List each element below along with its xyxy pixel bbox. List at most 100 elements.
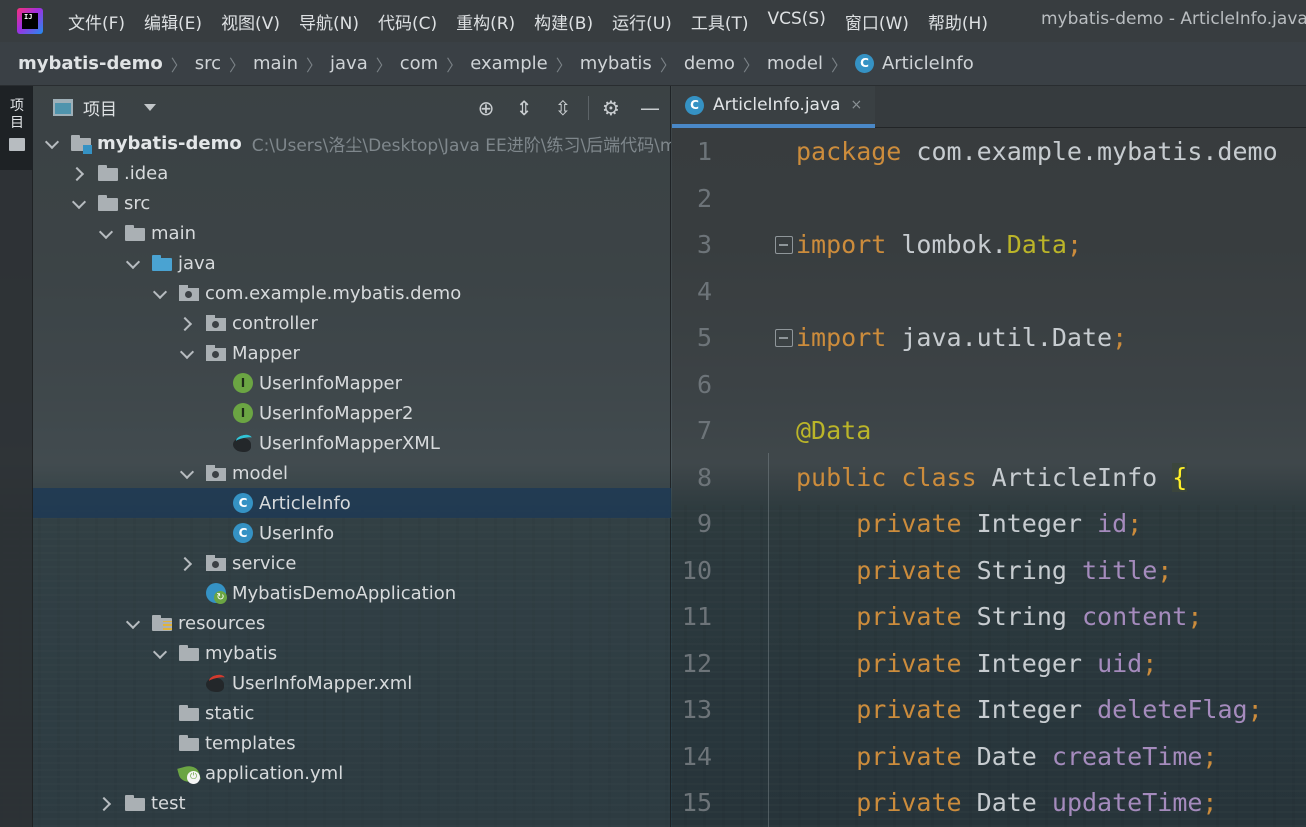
project-tool-window-tab[interactable]: 项目 <box>0 86 33 170</box>
tree-item[interactable]: UserInfoMapper.xml <box>33 668 671 698</box>
menu-item[interactable]: 代码(C) <box>378 9 437 34</box>
chevron-down-icon[interactable] <box>144 103 156 111</box>
code-area[interactable]: 1 package com.example.mybatis.demo 2 3 impor… <box>672 128 1306 827</box>
chevron-down-icon[interactable] <box>126 256 140 270</box>
menu-item[interactable]: 视图(V) <box>221 9 280 34</box>
tree-item[interactable]: test <box>33 788 671 818</box>
source-folder-icon <box>151 252 173 274</box>
expand-all-icon[interactable]: ⇕ <box>512 96 536 120</box>
chevron-down-icon[interactable] <box>126 616 140 630</box>
breadcrumb-item[interactable]: model <box>767 53 823 74</box>
breadcrumb-item[interactable]: mybatis-demo <box>18 53 163 74</box>
code-text: private Integer deleteFlag; <box>796 687 1263 733</box>
breadcrumb-item[interactable]: java <box>330 53 368 74</box>
package-icon <box>178 282 200 304</box>
chevron-right-icon[interactable] <box>180 316 194 330</box>
tree-item[interactable]: java <box>33 248 671 278</box>
chevron-down-icon[interactable] <box>99 226 113 240</box>
tree-item[interactable]: mybatis-demo C:\Users\洛尘\Desktop\Java EE进… <box>33 128 671 158</box>
tree-item[interactable]: main <box>33 218 671 248</box>
spring-yml-icon <box>178 762 200 784</box>
code-text: package com.example.mybatis.demo <box>796 129 1278 175</box>
code-token: ; <box>1157 555 1173 585</box>
code-token: deleteFlag <box>1097 695 1248 724</box>
breadcrumb-item[interactable]: example <box>470 53 547 74</box>
menu-item[interactable]: 文件(F) <box>68 9 125 34</box>
menu-item[interactable]: 构建(B) <box>534 9 593 34</box>
menu-item[interactable]: 窗口(W) <box>845 9 909 34</box>
tree-item-label: UserInfoMapperXML <box>259 432 440 454</box>
code-token: content <box>1082 602 1188 631</box>
tree-item[interactable]: MybatisDemoApplication <box>33 578 671 608</box>
menu-item[interactable]: 工具(T) <box>691 9 749 34</box>
chevron-right-icon: 〉 <box>555 55 572 75</box>
tree-item[interactable]: com.example.mybatis.demo <box>33 278 671 308</box>
resources-folder-icon <box>151 612 173 634</box>
breadcrumb-item[interactable]: demo <box>684 53 735 74</box>
chevron-right-icon[interactable] <box>72 166 86 180</box>
tree-item[interactable]: service <box>33 548 671 578</box>
tree-item[interactable]: C ArticleInfo <box>33 488 671 518</box>
chevron-right-icon[interactable] <box>180 556 194 570</box>
chevron-down-icon[interactable] <box>153 646 167 660</box>
locate-file-icon[interactable]: ⊕ <box>474 96 498 120</box>
breadcrumb-item[interactable]: main <box>253 53 298 74</box>
chevron-down-icon[interactable] <box>45 136 59 150</box>
intellij-logo-icon[interactable]: IJ <box>17 8 43 34</box>
collapse-all-icon[interactable]: ⇳ <box>551 96 575 120</box>
tree-item-label: UserInfoMapper.xml <box>232 672 413 694</box>
folder-icon <box>178 732 200 754</box>
menu-item[interactable]: 编辑(E) <box>144 9 202 34</box>
breadcrumb: mybatis-demo 〉 src 〉 main 〉 java 〉 com 〉 example 〉 m… <box>0 42 1306 86</box>
tree-item[interactable]: static <box>33 698 671 728</box>
hide-panel-icon[interactable]: — <box>638 96 662 120</box>
menu-item[interactable]: 导航(N) <box>299 9 359 34</box>
chevron-down-icon[interactable] <box>72 196 86 210</box>
tree-item[interactable]: I UserInfoMapper2 <box>33 398 671 428</box>
tree-item-label: src <box>124 192 151 214</box>
menu-item[interactable]: 重构(R) <box>456 9 515 34</box>
code-text: private String title; <box>796 548 1172 594</box>
fold-toggle-icon[interactable] <box>775 329 793 347</box>
tree-item[interactable]: I UserInfoMapper <box>33 368 671 398</box>
breadcrumb-item[interactable]: ArticleInfo <box>882 53 974 74</box>
code-token: private <box>856 695 977 724</box>
gear-icon[interactable]: ⚙ <box>599 96 623 120</box>
chevron-down-icon[interactable] <box>153 286 167 300</box>
chevron-down-icon[interactable] <box>180 466 194 480</box>
code-token: ; <box>1247 695 1263 724</box>
tree-item-label: mybatis-demo <box>97 132 242 154</box>
tree-item-label: application.yml <box>205 762 344 784</box>
breadcrumb-item[interactable]: mybatis <box>580 53 652 74</box>
tab-articleinfo-java[interactable]: C ArticleInfo.java × <box>672 86 875 128</box>
tree-item[interactable]: model <box>33 458 671 488</box>
project-panel-title[interactable]: 项目 <box>83 95 117 120</box>
chevron-down-icon[interactable] <box>180 346 194 360</box>
code-token: com.example.mybatis.demo <box>901 137 1278 166</box>
tree-item[interactable]: application.yml <box>33 758 671 788</box>
menu-item[interactable]: VCS(S) <box>767 9 825 34</box>
tree-item[interactable]: src <box>33 188 671 218</box>
breadcrumb-item[interactable]: com <box>400 53 438 74</box>
fold-toggle-icon[interactable] <box>775 236 793 254</box>
tree-item[interactable]: templates <box>33 728 671 758</box>
menu-item[interactable]: 帮助(H) <box>928 9 988 34</box>
breadcrumb-item[interactable]: src <box>195 53 221 74</box>
tree-item[interactable]: resources <box>33 608 671 638</box>
chevron-right-icon[interactable] <box>99 796 113 810</box>
tree-item-label: ArticleInfo <box>259 492 351 514</box>
tree-item[interactable]: mybatis <box>33 638 671 668</box>
chevron-right-icon: 〉 <box>306 55 323 75</box>
tree-item[interactable]: Mapper <box>33 338 671 368</box>
tree-item[interactable]: UserInfoMapperXML <box>33 428 671 458</box>
close-icon[interactable]: × <box>850 97 862 113</box>
tree-item[interactable]: controller <box>33 308 671 338</box>
tree-item[interactable]: .idea <box>33 158 671 188</box>
code-token: ; <box>1202 788 1218 817</box>
menu-items: 文件(F) 编辑(E) 视图(V) 导航(N) 代码(C) 重构(R) 构建(B) 运行(U)… <box>68 9 1007 34</box>
menu-item[interactable]: 运行(U) <box>612 9 672 34</box>
tree-item[interactable]: C UserInfo <box>33 518 671 548</box>
